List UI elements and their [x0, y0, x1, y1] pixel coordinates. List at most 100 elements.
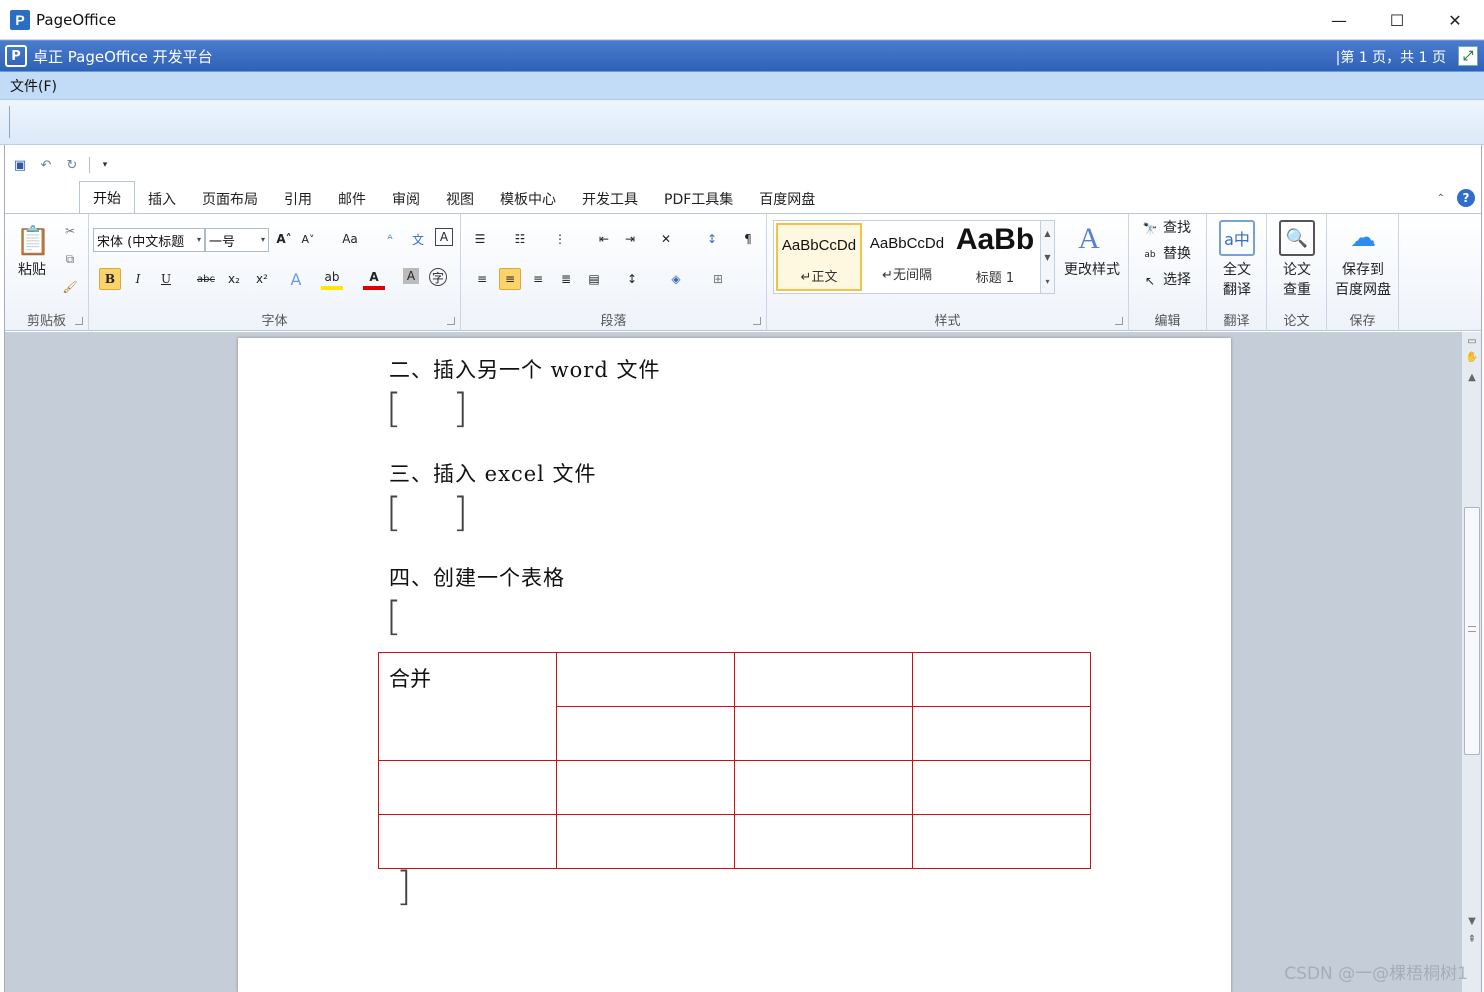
highlight-icon[interactable]: ab: [321, 268, 343, 290]
multilevel-list-icon[interactable]: ⋮: [549, 228, 571, 250]
scroll-up-icon[interactable]: ▲: [1465, 370, 1479, 384]
line-spacing-icon[interactable]: ↕: [621, 268, 643, 290]
paste-button[interactable]: 粘贴: [11, 260, 53, 280]
font-color-icon[interactable]: A: [363, 268, 385, 290]
close-button[interactable]: ✕: [1426, 0, 1484, 40]
styles-launcher-icon[interactable]: [1115, 317, 1123, 325]
font-launcher-icon[interactable]: [447, 317, 455, 325]
format-painter-icon[interactable]: 🖌: [59, 276, 81, 298]
cut-icon[interactable]: ✂: [59, 220, 81, 242]
file-menu[interactable]: 文件(F): [10, 76, 57, 96]
paragraph-launcher-icon[interactable]: [753, 317, 761, 325]
character-border-icon[interactable]: A: [435, 228, 453, 246]
table-cell[interactable]: [556, 814, 735, 869]
phonetic-guide-icon[interactable]: 文: [407, 228, 429, 250]
paper-button[interactable]: 论文: [1267, 260, 1327, 280]
tab-references[interactable]: 引用: [271, 185, 325, 213]
tab-page-layout[interactable]: 页面布局: [189, 185, 271, 213]
baidu-netdisk-button[interactable]: 百度网盘: [1327, 280, 1399, 300]
bold-button[interactable]: B: [99, 268, 121, 290]
shading-icon[interactable]: ◈: [665, 268, 687, 290]
numbering-icon[interactable]: ☷: [509, 228, 531, 250]
ruler-toggle-icon[interactable]: ▭: [1465, 334, 1479, 348]
tab-view[interactable]: 视图: [433, 185, 487, 213]
save-icon[interactable]: ▣: [9, 154, 31, 176]
sort-icon[interactable]: ↕: [701, 228, 723, 250]
table-cell[interactable]: [734, 814, 913, 869]
redo-icon[interactable]: ↻: [61, 154, 83, 176]
align-center-icon[interactable]: ≡: [499, 268, 521, 290]
character-shading-icon[interactable]: A: [403, 268, 419, 284]
justify-icon[interactable]: ≣: [555, 268, 577, 290]
tab-mailings[interactable]: 邮件: [325, 185, 379, 213]
chinese-layout-icon[interactable]: ✕: [655, 228, 677, 250]
customize-qat-icon[interactable]: ▾: [94, 154, 116, 176]
subscript-button[interactable]: x₂: [223, 268, 245, 290]
change-styles-button[interactable]: 更改样式: [1059, 260, 1125, 280]
text-effects-icon[interactable]: A: [285, 268, 307, 290]
tab-home[interactable]: 开始: [79, 181, 135, 213]
clear-format-icon[interactable]: ᴬ: [379, 228, 401, 250]
previous-page-icon[interactable]: ⇞: [1465, 932, 1479, 946]
vertical-scrollbar[interactable]: ▭ ✋ ▲ ▼ ⇞: [1461, 332, 1481, 992]
help-icon[interactable]: ?: [1457, 189, 1475, 207]
underline-button[interactable]: U: [155, 268, 177, 290]
increase-indent-icon[interactable]: ⇥: [619, 228, 641, 250]
tab-developer[interactable]: 开发工具: [569, 185, 651, 213]
select-button[interactable]: 选择: [1163, 270, 1199, 290]
tab-insert[interactable]: 插入: [135, 185, 189, 213]
tab-baidu-netdisk[interactable]: 百度网盘: [746, 185, 828, 213]
fullscreen-icon[interactable]: ⤢: [1458, 46, 1478, 66]
table-cell[interactable]: [912, 652, 1091, 707]
font-size-combo[interactable]: 一号 ▾: [205, 228, 269, 252]
table-cell[interactable]: [734, 760, 913, 815]
strikethrough-button[interactable]: abc: [195, 268, 217, 290]
replace-icon[interactable]: ab: [1139, 244, 1161, 266]
show-marks-icon[interactable]: ¶: [737, 228, 759, 250]
tab-template-center[interactable]: 模板中心: [487, 185, 569, 213]
paste-icon[interactable]: 📋: [15, 222, 51, 258]
table-cell[interactable]: [378, 814, 557, 869]
document-page[interactable]: 二、插入另一个 word 文件 [ ] 三、插入 excel 文件 [ ] 四、…: [238, 338, 1231, 992]
shrink-font-button[interactable]: A˅: [297, 228, 319, 250]
find-icon[interactable]: 🔭: [1139, 218, 1161, 240]
style-normal[interactable]: AaBbCcDd ↵正文: [776, 223, 862, 291]
collapse-ribbon-icon[interactable]: ⌃: [1437, 193, 1445, 204]
tab-review[interactable]: 审阅: [379, 185, 433, 213]
find-button[interactable]: 查找: [1163, 218, 1199, 238]
replace-button[interactable]: 替换: [1163, 244, 1199, 264]
table-cell[interactable]: [912, 814, 1091, 869]
table-cell[interactable]: [734, 652, 913, 707]
scrollbar-thumb[interactable]: [1464, 507, 1480, 755]
clipboard-launcher-icon[interactable]: [75, 317, 83, 325]
baidu-cloud-icon[interactable]: ☁: [1345, 220, 1381, 256]
styles-scroll[interactable]: ▲ ▼ ▾: [1040, 221, 1054, 293]
tab-pdf-tools[interactable]: PDF工具集: [651, 185, 746, 213]
enclose-characters-icon[interactable]: 字: [429, 268, 447, 286]
table-cell[interactable]: [556, 760, 735, 815]
align-right-icon[interactable]: ≡: [527, 268, 549, 290]
table-cell[interactable]: [912, 706, 1091, 761]
align-left-icon[interactable]: ≡: [471, 268, 493, 290]
table-cell[interactable]: [912, 760, 1091, 815]
font-name-combo[interactable]: 宋体 (中文标题 ▾: [93, 228, 205, 252]
grow-font-button[interactable]: A˄: [273, 228, 295, 250]
style-heading1[interactable]: AaBb 标题 1: [952, 223, 1038, 291]
change-case-button[interactable]: Aa: [335, 228, 365, 250]
paper-check-icon[interactable]: 🔍: [1279, 220, 1315, 256]
superscript-button[interactable]: x²: [251, 268, 273, 290]
table-cell[interactable]: [378, 760, 557, 815]
hand-icon[interactable]: ✋: [1465, 350, 1479, 364]
table-cell[interactable]: [556, 706, 735, 761]
borders-icon[interactable]: ⊞: [707, 268, 729, 290]
style-no-spacing[interactable]: AaBbCcDd ↵无间隔: [864, 223, 950, 291]
scroll-down-icon[interactable]: ▼: [1465, 914, 1479, 928]
translate-button[interactable]: 翻译: [1207, 280, 1267, 300]
save-to-button[interactable]: 保存到: [1327, 260, 1399, 280]
copy-icon[interactable]: ⧉: [59, 248, 81, 270]
italic-button[interactable]: I: [127, 268, 149, 290]
full-translate-icon[interactable]: a中: [1219, 220, 1255, 256]
document-table[interactable]: 合并: [378, 652, 1091, 869]
table-merged-cell[interactable]: 合并: [378, 652, 557, 761]
table-cell[interactable]: [734, 706, 913, 761]
